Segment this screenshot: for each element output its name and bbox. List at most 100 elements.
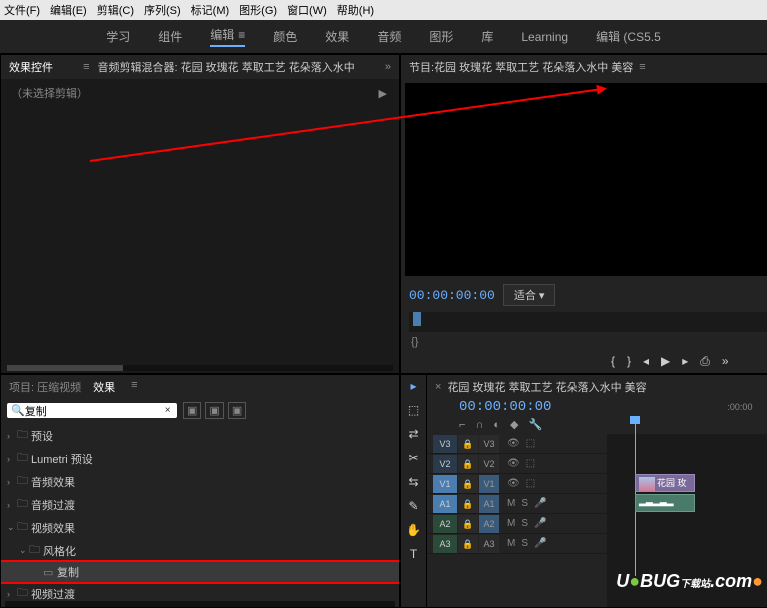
track-v1-target[interactable]: V1 <box>433 475 457 493</box>
menu-graphics[interactable]: 图形(G) <box>239 2 277 18</box>
eye-icon[interactable]: 👁 <box>507 478 520 489</box>
track-v2-target[interactable]: V2 <box>433 455 457 473</box>
solo-button[interactable]: S <box>521 518 528 529</box>
track-a3-lock[interactable]: 🔒 <box>458 535 478 553</box>
tree-item-replicate-effect[interactable]: ▭复制 <box>1 562 399 582</box>
mark-out-button[interactable]: } <box>627 354 631 369</box>
workspace-learn-tab[interactable]: 学习 <box>106 28 130 45</box>
overflow-button[interactable]: » <box>722 354 729 369</box>
hamburger-icon[interactable]: ≡ <box>238 28 245 42</box>
settings-icon[interactable]: ◆ <box>510 418 518 431</box>
linked-selection-toggle[interactable]: ∩ <box>475 419 483 431</box>
project-tab[interactable]: 项目: 压缩视频 <box>9 379 81 395</box>
mute-button[interactable]: M <box>507 538 515 549</box>
workspace-library-tab[interactable]: 库 <box>481 28 493 45</box>
workspace-graphics-tab[interactable]: 图形 <box>429 28 453 45</box>
track-a2-source[interactable]: A2 <box>479 515 499 533</box>
hand-tool[interactable]: ✋ <box>406 523 421 537</box>
type-tool[interactable]: T <box>410 547 417 561</box>
effects-tab[interactable]: 效果 <box>93 379 115 395</box>
menu-file[interactable]: 文件(F) <box>4 2 40 18</box>
workspace-learning-tab[interactable]: Learning <box>521 30 568 44</box>
track-v1-lock[interactable]: 🔒 <box>458 475 478 493</box>
workspace-audio-tab[interactable]: 音频 <box>377 28 401 45</box>
step-back-button[interactable]: ◂ <box>643 354 649 369</box>
track-v1-source[interactable]: V1 <box>479 475 499 493</box>
eye-icon[interactable]: 👁 <box>507 458 520 469</box>
scrollbar[interactable] <box>5 601 395 607</box>
program-ruler[interactable] <box>409 312 767 332</box>
program-timecode[interactable]: 00:00:00:00 <box>409 288 495 303</box>
menu-sequence[interactable]: 序列(S) <box>144 2 181 18</box>
track-v3-source[interactable]: V3 <box>479 435 499 453</box>
selection-tool[interactable]: ▸ <box>410 379 416 393</box>
tree-item-stylize[interactable]: ⌄🗀风格化 <box>1 539 399 562</box>
workspace-assembly-tab[interactable]: 组件 <box>158 28 182 45</box>
pen-tool[interactable]: ✎ <box>408 499 418 513</box>
track-a1-lock[interactable]: 🔒 <box>458 495 478 513</box>
menu-help[interactable]: 帮助(H) <box>337 2 374 18</box>
clear-search-button[interactable]: × <box>165 405 171 416</box>
timeline-timecode[interactable]: 00:00:00:00 <box>459 399 551 415</box>
solo-button[interactable]: S <box>521 538 528 549</box>
mark-in-button[interactable]: { <box>611 354 615 369</box>
wrench-icon[interactable]: 🔧 <box>528 418 542 431</box>
snap-toggle[interactable]: ⌐ <box>459 419 465 431</box>
output-icon[interactable]: ⬚ <box>526 458 535 469</box>
tree-item-audio-trans[interactable]: ›🗀音频过渡 <box>1 493 399 516</box>
track-a2-lock[interactable]: 🔒 <box>458 515 478 533</box>
workspace-color-tab[interactable]: 颜色 <box>273 28 297 45</box>
slip-tool[interactable]: ⇆ <box>408 475 418 489</box>
effects-search-box[interactable]: 🔍 × <box>7 403 177 418</box>
filter-yuv-icon[interactable]: ▣ <box>228 402 246 419</box>
menu-edit[interactable]: 编辑(E) <box>50 2 87 18</box>
track-v3-target[interactable]: V3 <box>433 435 457 453</box>
razor-tool[interactable]: ✂ <box>408 451 418 465</box>
track-a3-source[interactable]: A3 <box>479 535 499 553</box>
marker-icon[interactable]: ◐ <box>493 419 500 431</box>
mute-button[interactable]: M <box>507 498 515 509</box>
tree-item-presets[interactable]: ›🗀预设 <box>1 424 399 447</box>
workspace-effects-tab[interactable]: 效果 <box>325 28 349 45</box>
voiceover-icon[interactable]: 🎤 <box>534 538 546 549</box>
panel-menu-icon[interactable]: ≡ <box>639 61 645 73</box>
out-bracket-icon[interactable]: } <box>415 336 419 348</box>
menu-marker[interactable]: 标记(M) <box>191 2 230 18</box>
track-v2-source[interactable]: V2 <box>479 455 499 473</box>
filter-accelerated-icon[interactable]: ▣ <box>183 402 201 419</box>
timeline-sequence-name[interactable]: 花园 玫瑰花 萃取工艺 花朵落入水中 美容 <box>447 379 646 395</box>
menu-window[interactable]: 窗口(W) <box>287 2 327 18</box>
output-icon[interactable]: ⬚ <box>526 478 535 489</box>
play-icon[interactable]: ▶ <box>379 87 387 100</box>
step-forward-button[interactable]: ▸ <box>682 354 688 369</box>
timeline-ruler[interactable]: :00:00 00:00:15:00 00:00:30:0 <box>727 402 767 412</box>
workspace-edit-cs55-tab[interactable]: 编辑 (CS5.5 <box>596 28 661 45</box>
workspace-edit-tab[interactable]: 编辑≡ <box>210 26 245 47</box>
voiceover-icon[interactable]: 🎤 <box>534 518 546 529</box>
ripple-edit-tool[interactable]: ⇄ <box>408 427 418 441</box>
track-a1-source[interactable]: A1 <box>479 495 499 513</box>
tree-item-video-fx[interactable]: ⌄🗀视频效果 <box>1 516 399 539</box>
output-icon[interactable]: ⬚ <box>526 438 535 449</box>
track-select-tool[interactable]: ⬚ <box>408 403 419 417</box>
effect-controls-tab[interactable]: 效果控件 <box>9 59 53 75</box>
tree-item-audio-fx[interactable]: ›🗀音频效果 <box>1 470 399 493</box>
zoom-fit-dropdown[interactable]: 适合 ▾ <box>503 284 556 306</box>
effects-search-input[interactable] <box>25 405 165 417</box>
mute-button[interactable]: M <box>507 518 515 529</box>
export-frame-button[interactable]: ⎙ <box>700 354 710 369</box>
program-viewport[interactable] <box>405 83 767 276</box>
video-clip-v1[interactable]: 花园 玫瑰 <box>635 474 695 492</box>
track-a2-target[interactable]: A2 <box>433 515 457 533</box>
solo-button[interactable]: S <box>521 498 528 509</box>
track-v2-lock[interactable]: 🔒 <box>458 455 478 473</box>
audio-clip-a1[interactable]: ▂▃▂▃▂ <box>635 494 695 512</box>
scrollbar[interactable] <box>7 365 393 371</box>
panel-menu-icon[interactable]: ≡ <box>131 379 137 395</box>
play-button[interactable]: ▶ <box>661 354 670 369</box>
menu-clip[interactable]: 剪辑(C) <box>97 2 134 18</box>
track-a3-target[interactable]: A3 <box>433 535 457 553</box>
eye-icon[interactable]: 👁 <box>507 438 520 449</box>
overflow-icon[interactable]: » <box>385 61 391 73</box>
filter-32bit-icon[interactable]: ▣ <box>205 402 223 419</box>
